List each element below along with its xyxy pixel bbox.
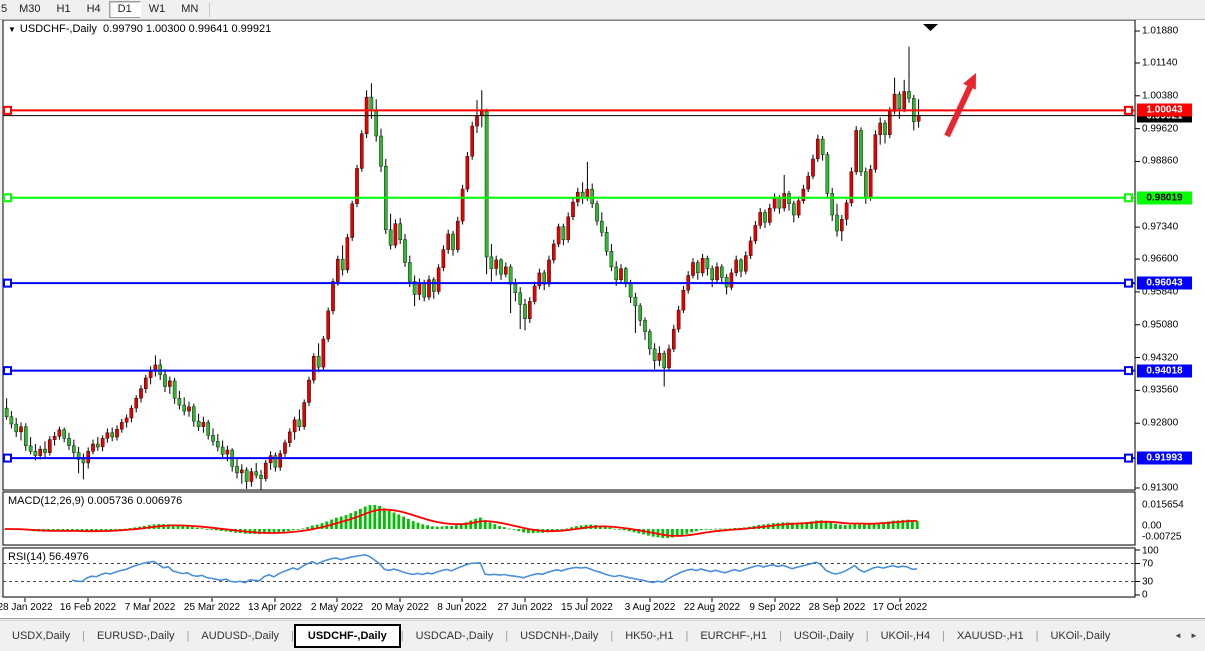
timeframe-button-d1[interactable]: D1 bbox=[108, 1, 141, 18]
symbol-tab-eurchf-h1[interactable]: EURCHF-,H1 bbox=[688, 626, 779, 647]
symbol-tab-hk50-h1[interactable]: HK50-,H1 bbox=[613, 626, 685, 647]
chart-ohlc-values: 0.99790 1.00300 0.99641 0.99921 bbox=[103, 23, 272, 35]
price-axis-column bbox=[1136, 20, 1205, 618]
symbol-tab-audusd-daily[interactable]: AUDUSD-,Daily bbox=[189, 626, 291, 647]
chart-canvas[interactable] bbox=[0, 0, 1205, 650]
macd-indicator-label: MACD(12,26,9) 0.005736 0.006976 bbox=[8, 495, 183, 507]
symbol-tab-ukoil-h4[interactable]: UKOil-,H4 bbox=[869, 626, 943, 647]
mt4-window: 5 M30 H1 H4 D1 W1 MN ▼ USDCHF-,Daily 0.99790 1.… bbox=[0, 0, 1205, 651]
timeframe-button-m30[interactable]: M30 bbox=[11, 1, 48, 18]
symbol-tab-ukoil-daily[interactable]: UKOil-,Daily bbox=[1038, 626, 1122, 647]
rsi-indicator-label: RSI(14) 56.4976 bbox=[8, 551, 89, 563]
toolbar-separator bbox=[209, 2, 211, 17]
symbol-tab-usoil-daily[interactable]: USOil-,Daily bbox=[782, 626, 866, 647]
symbol-tab-xauusd-h1[interactable]: XAUUSD-,H1 bbox=[945, 626, 1036, 647]
date-axis-strip bbox=[0, 598, 1205, 619]
timeframe-button-h1[interactable]: H1 bbox=[49, 1, 79, 18]
symbol-tab-usdcad-daily[interactable]: USDCAD-,Daily bbox=[404, 626, 506, 647]
tab-scroll-left-button[interactable]: ◄ bbox=[1171, 628, 1185, 644]
chevron-down-icon: ▼ bbox=[8, 25, 16, 34]
timeframe-button-w1[interactable]: W1 bbox=[141, 1, 174, 18]
timeframe-toolbar: 5 M30 H1 H4 D1 W1 MN bbox=[0, 0, 1205, 20]
chart-title: ▼ USDCHF-,Daily 0.99790 1.00300 0.99641 0… bbox=[8, 23, 271, 35]
symbol-tab-usdcnh-daily[interactable]: USDCNH-,Daily bbox=[508, 626, 610, 647]
chart-symbol-label: USDCHF-,Daily bbox=[19, 23, 97, 35]
timeframe-button-5[interactable]: 5 bbox=[0, 1, 11, 18]
tab-scroll-right-button[interactable]: ► bbox=[1187, 628, 1201, 644]
chart-overlay: ▼ USDCHF-,Daily 0.99790 1.00300 0.99641 0… bbox=[0, 0, 1205, 650]
timeframe-button-h4[interactable]: H4 bbox=[79, 1, 109, 18]
symbol-tab-eurusd-daily[interactable]: EURUSD-,Daily bbox=[85, 626, 187, 647]
symbol-tab-bar: USDX,Daily | EURUSD-,Daily | AUDUSD-,Daily | U… bbox=[0, 620, 1205, 651]
timeframe-button-mn[interactable]: MN bbox=[173, 1, 206, 18]
symbol-tab-usdx-daily[interactable]: USDX,Daily bbox=[0, 626, 82, 647]
symbol-tab-usdchf-daily[interactable]: USDCHF-,Daily bbox=[293, 624, 401, 648]
